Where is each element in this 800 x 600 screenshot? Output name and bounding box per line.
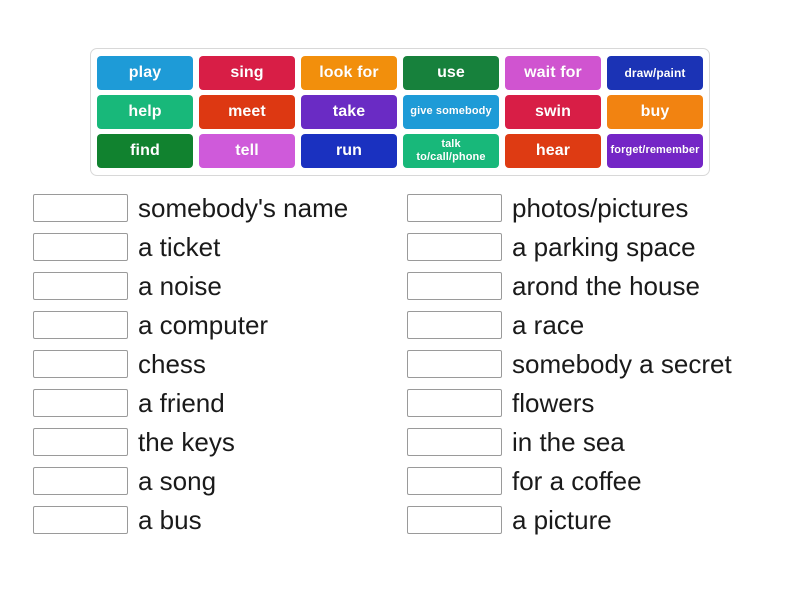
answer-row: the keys: [33, 422, 405, 461]
answer-label: a noise: [138, 270, 222, 301]
answer-column-left: somebody's name a ticket a noise a computer…: [33, 188, 405, 539]
answer-label: a race: [512, 309, 585, 340]
answer-drop-box[interactable]: [407, 388, 502, 417]
word-tile[interactable]: play: [97, 56, 193, 90]
answer-row: chess: [33, 344, 405, 383]
word-tile[interactable]: swin: [505, 95, 601, 129]
answer-drop-box[interactable]: [33, 310, 128, 339]
answer-row: a song: [33, 461, 405, 500]
answer-label: a bus: [138, 504, 202, 535]
answer-drop-box[interactable]: [33, 193, 128, 222]
answer-row: for a coffee: [407, 461, 787, 500]
word-tile[interactable]: buy: [607, 95, 703, 129]
answer-label: the keys: [138, 426, 235, 457]
answer-drop-box[interactable]: [33, 349, 128, 378]
word-tile[interactable]: forget/remember: [607, 134, 703, 168]
answer-row: somebody a secret: [407, 344, 787, 383]
word-tile[interactable]: wait for: [505, 56, 601, 90]
answer-row: a friend: [33, 383, 405, 422]
answer-row: arond the house: [407, 266, 787, 305]
answer-row: a parking space: [407, 227, 787, 266]
answer-label: for a coffee: [512, 465, 642, 496]
answer-drop-box[interactable]: [407, 505, 502, 534]
answer-drop-box[interactable]: [33, 466, 128, 495]
answer-row: a noise: [33, 266, 405, 305]
answer-column-right: photos/pictures a parking space arond the …: [407, 188, 787, 539]
answer-label: a parking space: [512, 231, 696, 262]
answer-label: a computer: [138, 309, 269, 340]
word-bank-row: help meet take give somebody swin buy: [97, 95, 703, 129]
answer-label: a ticket: [138, 231, 221, 262]
answer-row: a race: [407, 305, 787, 344]
word-tile[interactable]: give somebody: [403, 95, 499, 129]
word-tile[interactable]: use: [403, 56, 499, 90]
word-tile[interactable]: hear: [505, 134, 601, 168]
answer-drop-box[interactable]: [33, 505, 128, 534]
answer-drop-box[interactable]: [33, 427, 128, 456]
answer-label: arond the house: [512, 270, 700, 301]
answer-drop-box[interactable]: [407, 349, 502, 378]
answer-drop-box[interactable]: [407, 193, 502, 222]
word-tile[interactable]: sing: [199, 56, 295, 90]
matching-exercise-page: play sing look for use wait for draw/paint hel…: [0, 0, 800, 600]
answer-label: somebody a secret: [512, 348, 732, 379]
answer-drop-box[interactable]: [407, 427, 502, 456]
answer-label: chess: [138, 348, 206, 379]
answer-drop-box[interactable]: [407, 271, 502, 300]
answer-row: a computer: [33, 305, 405, 344]
answer-drop-box[interactable]: [407, 232, 502, 261]
answer-drop-box[interactable]: [33, 388, 128, 417]
word-bank-row: play sing look for use wait for draw/paint: [97, 56, 703, 90]
answer-row: flowers: [407, 383, 787, 422]
answer-label: in the sea: [512, 426, 625, 457]
answer-row: a picture: [407, 500, 787, 539]
word-tile[interactable]: take: [301, 95, 397, 129]
answers-area: somebody's name a ticket a noise a computer…: [0, 188, 800, 539]
answer-drop-box[interactable]: [33, 232, 128, 261]
word-tile[interactable]: help: [97, 95, 193, 129]
answer-label: photos/pictures: [512, 192, 689, 223]
word-tile[interactable]: look for: [301, 56, 397, 90]
answer-label: a friend: [138, 387, 225, 418]
word-tile[interactable]: tell: [199, 134, 295, 168]
answer-drop-box[interactable]: [33, 271, 128, 300]
word-tile[interactable]: draw/paint: [607, 56, 703, 90]
word-bank: play sing look for use wait for draw/paint hel…: [90, 48, 710, 176]
answer-row: a bus: [33, 500, 405, 539]
answer-label: flowers: [512, 387, 595, 418]
answer-label: somebody's name: [138, 192, 349, 223]
word-tile[interactable]: meet: [199, 95, 295, 129]
answer-row: in the sea: [407, 422, 787, 461]
answer-drop-box[interactable]: [407, 310, 502, 339]
answer-label: a song: [138, 465, 217, 496]
answer-label: a picture: [512, 504, 612, 535]
answer-row: a ticket: [33, 227, 405, 266]
word-tile[interactable]: run: [301, 134, 397, 168]
word-tile[interactable]: find: [97, 134, 193, 168]
answer-drop-box[interactable]: [407, 466, 502, 495]
word-tile[interactable]: talk to/call/phone: [403, 134, 499, 168]
answer-row: photos/pictures: [407, 188, 787, 227]
answer-row: somebody's name: [33, 188, 405, 227]
word-bank-row: find tell run talk to/call/phone hear forget/…: [97, 134, 703, 168]
